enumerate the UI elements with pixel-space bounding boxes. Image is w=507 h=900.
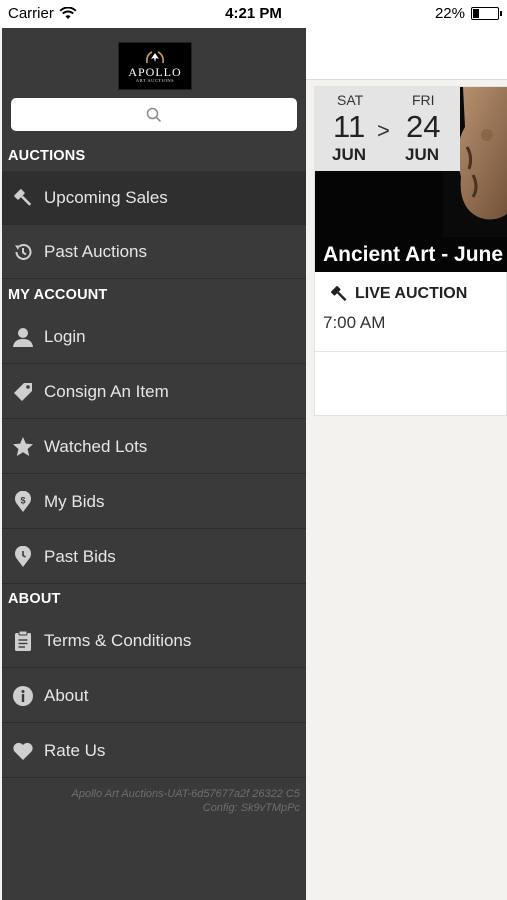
end-day: 24 (406, 109, 441, 144)
auction-card-image: SAT 11 JUN > FRI 24 JUN Ancient Art - Ju… (315, 87, 507, 272)
config-info-line: Config: Sk9vTMpPc (202, 802, 300, 814)
date-range: SAT 11 JUN > FRI 24 JUN (315, 87, 460, 171)
star-icon (12, 436, 34, 458)
search-icon (146, 107, 162, 122)
menu-label: Past Auctions (44, 241, 148, 261)
info-icon (12, 685, 34, 707)
history-icon (12, 241, 34, 263)
menu-item-past-bids[interactable]: Past Bids (2, 530, 306, 584)
start-month: JUN (332, 145, 367, 164)
user-icon (12, 326, 34, 348)
auction-type-label: LIVE AUCTION (355, 285, 468, 302)
tag-icon (12, 381, 34, 403)
menu-item-upcoming-sales[interactable]: Upcoming Sales (2, 171, 306, 225)
date-separator: > (377, 118, 390, 143)
menu-label: Upcoming Sales (44, 187, 168, 207)
battery-icon (471, 7, 502, 20)
side-drawer: APOLLO ART AUCTIONS AUCTIONS Upcoming Sa… (2, 28, 306, 900)
menu-label: Rate Us (44, 740, 106, 760)
auction-start-time: 7:00 AM (323, 313, 386, 332)
menu-item-my-bids[interactable]: $ My Bids (2, 475, 306, 529)
clipboard-icon (12, 630, 34, 652)
menu-label: Past Bids (44, 546, 116, 566)
menu-label: Consign An Item (44, 381, 169, 401)
auction-card[interactable]: SAT 11 JUN > FRI 24 JUN Ancient Art - Ju… (314, 86, 507, 416)
menu-item-watched-lots[interactable]: Watched Lots (2, 420, 306, 474)
menu-label: Terms & Conditions (44, 630, 192, 650)
card-divider (315, 351, 506, 352)
start-weekday: SAT (337, 92, 364, 108)
battery-group: 22% (434, 5, 502, 22)
end-weekday: FRI (412, 92, 435, 108)
menu-item-consign-an-item[interactable]: Consign An Item (2, 365, 306, 419)
section-header-about: ABOUT (8, 591, 61, 607)
auction-title: Ancient Art - June (323, 243, 504, 266)
gavel-icon (331, 286, 347, 302)
menu-item-about[interactable]: About (2, 669, 306, 723)
end-month: JUN (405, 145, 440, 164)
menu-label: About (44, 685, 89, 705)
logo-subtitle: ART AUCTIONS (135, 77, 175, 83)
build-info: Apollo Art Auctions-UAT-6d57677a2f 26322… (72, 787, 301, 815)
svg-text:$: $ (20, 495, 25, 505)
apollo-logo: APOLLO ART AUCTIONS (118, 42, 192, 90)
menu-label: My Bids (44, 491, 105, 511)
clock-pin-icon (12, 545, 34, 568)
menu-item-past-auctions[interactable]: Past Auctions (2, 225, 306, 279)
menu-item-login[interactable]: Login (2, 310, 306, 364)
battery-percent: 22% (434, 5, 465, 22)
start-day: 11 (333, 109, 366, 144)
gavel-icon (12, 187, 34, 209)
dollar-pin-icon: $ (12, 490, 34, 513)
section-header-auctions: AUCTIONS (8, 148, 86, 164)
clock: 4:21 PM (225, 5, 282, 22)
logo-emblem-icon (146, 50, 164, 63)
menu-item-rate-us[interactable]: Rate Us (2, 724, 306, 778)
menu-item-terms[interactable]: Terms & Conditions (2, 614, 306, 668)
menu-label: Watched Lots (44, 436, 148, 456)
search-field[interactable] (11, 98, 297, 131)
auction-type: LIVE AUCTION (329, 284, 467, 304)
build-info-line: Apollo Art Auctions-UAT-6d57677a2f 26322… (71, 788, 301, 800)
status-bar: Carrier 4:21 PM 22% (0, 0, 507, 28)
section-header-my-account: MY ACCOUNT (8, 287, 108, 303)
logo-name: APOLLO (128, 64, 182, 79)
main-top-bar (306, 28, 507, 80)
menu-label: Login (44, 326, 86, 346)
heart-icon (12, 740, 34, 762)
